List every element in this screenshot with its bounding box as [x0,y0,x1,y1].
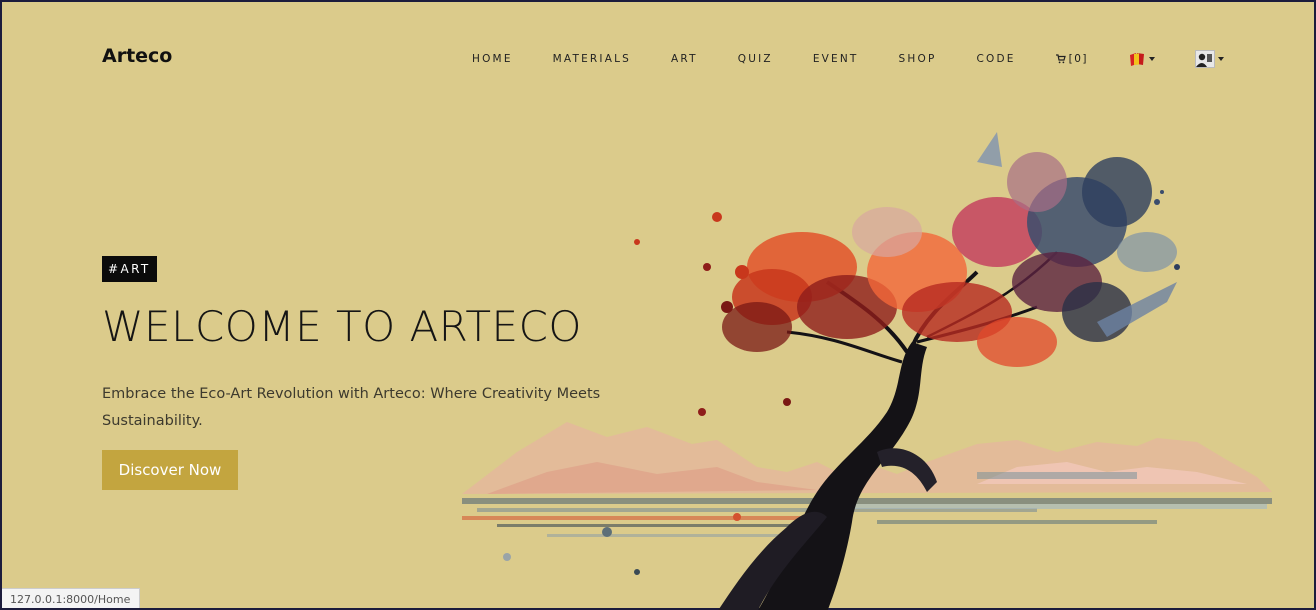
language-flag-icon [1130,53,1145,66]
user-dropdown[interactable] [1195,50,1225,68]
status-bar-url: 127.0.0.1:8000/Home [2,588,140,608]
main-nav: HOME MATERIALS ART QUIZ EVENT SHOP CODE … [472,50,1264,68]
discover-now-button[interactable]: Discover Now [102,450,238,490]
nav-code[interactable]: CODE [977,53,1016,65]
chevron-down-icon [1149,57,1156,61]
nav-art[interactable]: ART [671,53,698,65]
user-avatar-icon [1195,50,1216,68]
watercolor-tree-illustration [462,132,1272,610]
brand-logo[interactable]: Arteco [102,45,172,67]
chevron-down-icon [1218,57,1225,61]
cart-link[interactable]: [0] [1055,53,1089,65]
language-dropdown[interactable] [1128,51,1156,67]
nav-quiz[interactable]: QUIZ [738,53,773,65]
cart-count: [0] [1068,53,1089,65]
nav-event[interactable]: EVENT [813,53,859,65]
nav-shop[interactable]: SHOP [899,53,937,65]
cart-icon [1055,54,1066,64]
navbar: Arteco HOME MATERIALS ART QUIZ EVENT SHO… [2,2,1314,112]
nav-materials[interactable]: MATERIALS [553,53,631,65]
hero-tag: #ART [102,256,157,282]
nav-home[interactable]: HOME [472,53,513,65]
